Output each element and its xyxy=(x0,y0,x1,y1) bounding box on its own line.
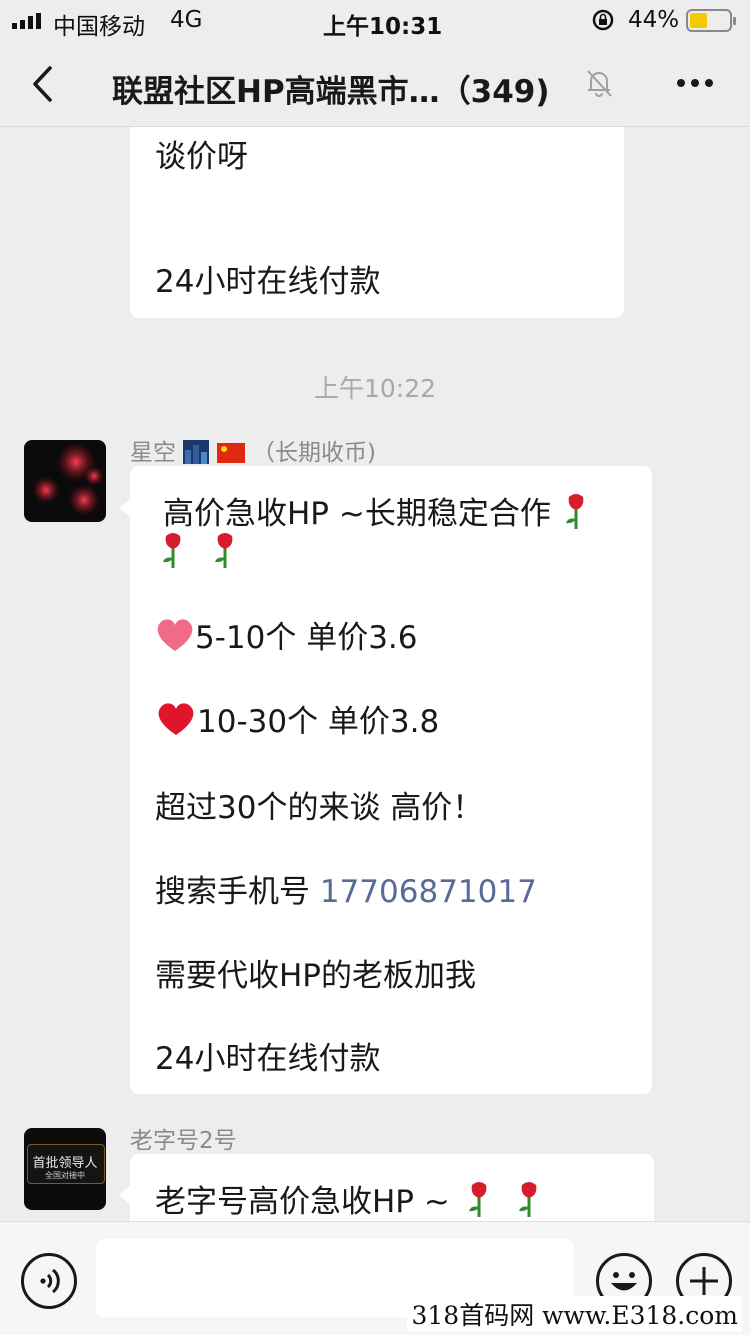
message-bubble[interactable]: 高价急收HP ~长期稳定合作 5-10个 单价3.6 10-30个 单价3.8 … xyxy=(130,466,652,1094)
message-text: 高价急收HP ~长期稳定合作 xyxy=(163,496,551,532)
message-line xyxy=(158,532,240,571)
china-flag-emoji-icon xyxy=(216,443,245,463)
network-label: 4G xyxy=(170,7,203,33)
message-line: 需要代收HP的老板加我 xyxy=(155,958,477,994)
message-line: 10-30个 单价3.8 xyxy=(155,696,439,741)
watermark: 318首码网 www.E318.com xyxy=(407,1296,742,1332)
timestamp: 上午10:22 xyxy=(313,374,437,403)
message-bubble[interactable]: 谈价呀 24小时在线付款 xyxy=(130,127,624,318)
chat-message-list[interactable]: 谈价呀 24小时在线付款 上午10:22 星空 （长期收币) 高价急收HP ~长… xyxy=(0,127,750,1221)
message-text: 10-30个 单价3.8 xyxy=(197,704,440,740)
message-bubble[interactable]: 老字号高价急收HP ~ xyxy=(130,1154,654,1221)
back-chevron-icon[interactable] xyxy=(30,65,56,103)
message-line: 搜索手机号 17706871017 xyxy=(155,866,537,911)
message-line: 超过30个的来谈 高价！ xyxy=(155,790,484,826)
message-line: 高价急收HP ~长期稳定合作 xyxy=(163,488,591,533)
message-line: 5-10个 单价3.6 xyxy=(155,612,418,657)
more-options-icon[interactable] xyxy=(676,78,714,88)
phone-number-link[interactable]: 17706871017 xyxy=(320,874,537,910)
chat-title: 联盟社区HP高端黑市…（349) xyxy=(112,74,550,110)
rose-emoji-icon xyxy=(214,533,233,568)
message-line: 老字号高价急收HP ~ xyxy=(155,1176,544,1221)
night-city-emoji-icon xyxy=(183,440,210,464)
red-heart-emoji-icon xyxy=(158,703,194,735)
sender-name-suffix: （长期收币) xyxy=(251,440,376,466)
battery-percent: 44% xyxy=(628,7,680,33)
message-line: 24小时在线付款 xyxy=(155,264,381,300)
message-line: 24小时在线付款 xyxy=(155,1041,381,1077)
sender-name-text: 星空 xyxy=(130,440,176,466)
voice-icon xyxy=(40,1268,60,1294)
message-text: 老字号高价急收HP ~ xyxy=(155,1184,450,1220)
carrier-label: 中国移动 xyxy=(53,14,145,40)
message-text: 5-10个 单价3.6 xyxy=(195,620,418,656)
pink-heart-emoji-icon xyxy=(157,619,193,651)
rose-emoji-icon xyxy=(518,1182,536,1217)
message-text: 搜索手机号 xyxy=(155,874,320,910)
voice-button[interactable] xyxy=(21,1253,77,1309)
signal-icon xyxy=(12,13,41,29)
rose-emoji-icon xyxy=(163,533,181,568)
message-line: 谈价呀 xyxy=(155,139,248,175)
battery-icon xyxy=(686,9,736,32)
avatar-text: 首批领导人 xyxy=(32,1156,98,1171)
sender-name: 老字号2号 xyxy=(130,1128,237,1154)
rose-emoji-icon xyxy=(565,494,584,529)
rose-emoji-icon xyxy=(468,1182,487,1217)
clock: 上午10:31 xyxy=(323,14,443,40)
rotation-lock-icon xyxy=(592,9,614,31)
avatar[interactable]: 首批领导人 全国对接中 xyxy=(24,1128,106,1210)
avatar[interactable] xyxy=(24,440,106,522)
mute-bell-icon xyxy=(587,70,612,97)
avatar-subtext: 全国对接中 xyxy=(45,1171,85,1180)
sender-name: 星空 （长期收币) xyxy=(130,433,376,467)
status-bar: 中国移动 4G 上午10:31 44% xyxy=(0,0,750,40)
chat-header: 联盟社区HP高端黑市…（349) xyxy=(0,40,750,127)
